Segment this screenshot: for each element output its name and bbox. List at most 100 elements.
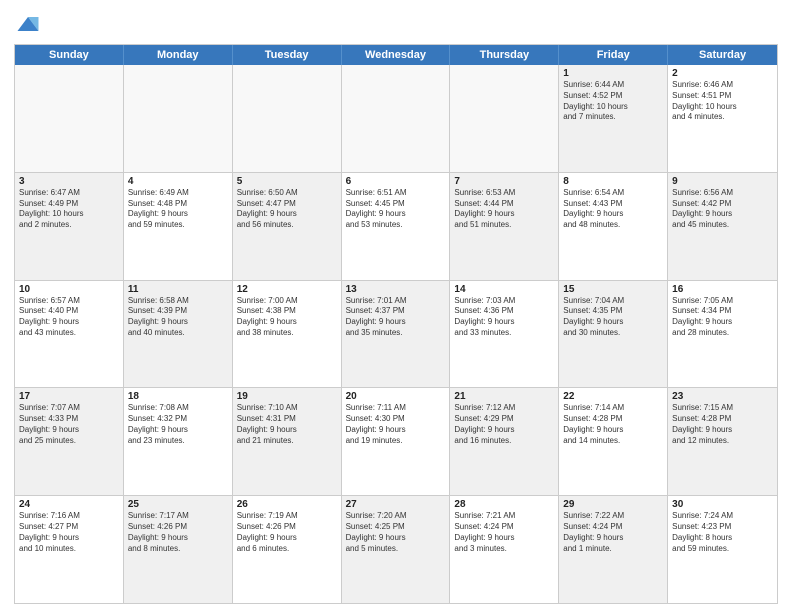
day-header-thursday: Thursday [450, 45, 559, 65]
calendar-body: 1Sunrise: 6:44 AM Sunset: 4:52 PM Daylig… [15, 65, 777, 603]
day-number: 30 [672, 499, 773, 510]
day-number: 13 [346, 284, 446, 295]
calendar-cell-2-3: 13Sunrise: 7:01 AM Sunset: 4:37 PM Dayli… [342, 281, 451, 388]
calendar-cell-0-1 [124, 65, 233, 172]
calendar-cell-4-5: 29Sunrise: 7:22 AM Sunset: 4:24 PM Dayli… [559, 496, 668, 603]
calendar-cell-1-2: 5Sunrise: 6:50 AM Sunset: 4:47 PM Daylig… [233, 173, 342, 280]
day-number: 8 [563, 176, 663, 187]
calendar-cell-3-4: 21Sunrise: 7:12 AM Sunset: 4:29 PM Dayli… [450, 388, 559, 495]
calendar-cell-3-5: 22Sunrise: 7:14 AM Sunset: 4:28 PM Dayli… [559, 388, 668, 495]
day-number: 7 [454, 176, 554, 187]
calendar-cell-4-0: 24Sunrise: 7:16 AM Sunset: 4:27 PM Dayli… [15, 496, 124, 603]
day-number: 15 [563, 284, 663, 295]
calendar-cell-0-6: 2Sunrise: 6:46 AM Sunset: 4:51 PM Daylig… [668, 65, 777, 172]
day-number: 21 [454, 391, 554, 402]
day-number: 4 [128, 176, 228, 187]
day-number: 29 [563, 499, 663, 510]
calendar-cell-1-4: 7Sunrise: 6:53 AM Sunset: 4:44 PM Daylig… [450, 173, 559, 280]
calendar-cell-0-5: 1Sunrise: 6:44 AM Sunset: 4:52 PM Daylig… [559, 65, 668, 172]
day-number: 11 [128, 284, 228, 295]
calendar-cell-4-1: 25Sunrise: 7:17 AM Sunset: 4:26 PM Dayli… [124, 496, 233, 603]
day-info: Sunrise: 6:46 AM Sunset: 4:51 PM Dayligh… [672, 80, 773, 123]
calendar-cell-4-4: 28Sunrise: 7:21 AM Sunset: 4:24 PM Dayli… [450, 496, 559, 603]
calendar-cell-2-4: 14Sunrise: 7:03 AM Sunset: 4:36 PM Dayli… [450, 281, 559, 388]
day-number: 18 [128, 391, 228, 402]
calendar-cell-2-6: 16Sunrise: 7:05 AM Sunset: 4:34 PM Dayli… [668, 281, 777, 388]
day-header-wednesday: Wednesday [342, 45, 451, 65]
day-info: Sunrise: 6:57 AM Sunset: 4:40 PM Dayligh… [19, 296, 119, 339]
day-info: Sunrise: 7:17 AM Sunset: 4:26 PM Dayligh… [128, 511, 228, 554]
day-number: 22 [563, 391, 663, 402]
day-header-monday: Monday [124, 45, 233, 65]
logo-graphic-icon [14, 10, 42, 38]
day-number: 28 [454, 499, 554, 510]
day-info: Sunrise: 6:51 AM Sunset: 4:45 PM Dayligh… [346, 188, 446, 231]
day-info: Sunrise: 6:56 AM Sunset: 4:42 PM Dayligh… [672, 188, 773, 231]
day-header-friday: Friday [559, 45, 668, 65]
calendar-cell-3-6: 23Sunrise: 7:15 AM Sunset: 4:28 PM Dayli… [668, 388, 777, 495]
calendar-header: SundayMondayTuesdayWednesdayThursdayFrid… [15, 45, 777, 65]
day-info: Sunrise: 7:04 AM Sunset: 4:35 PM Dayligh… [563, 296, 663, 339]
day-info: Sunrise: 6:58 AM Sunset: 4:39 PM Dayligh… [128, 296, 228, 339]
day-number: 26 [237, 499, 337, 510]
day-info: Sunrise: 6:44 AM Sunset: 4:52 PM Dayligh… [563, 80, 663, 123]
day-number: 12 [237, 284, 337, 295]
calendar-cell-2-5: 15Sunrise: 7:04 AM Sunset: 4:35 PM Dayli… [559, 281, 668, 388]
day-info: Sunrise: 6:54 AM Sunset: 4:43 PM Dayligh… [563, 188, 663, 231]
day-number: 20 [346, 391, 446, 402]
calendar: SundayMondayTuesdayWednesdayThursdayFrid… [14, 44, 778, 604]
day-info: Sunrise: 7:16 AM Sunset: 4:27 PM Dayligh… [19, 511, 119, 554]
day-number: 23 [672, 391, 773, 402]
day-number: 3 [19, 176, 119, 187]
day-info: Sunrise: 7:20 AM Sunset: 4:25 PM Dayligh… [346, 511, 446, 554]
day-info: Sunrise: 6:53 AM Sunset: 4:44 PM Dayligh… [454, 188, 554, 231]
day-number: 27 [346, 499, 446, 510]
day-number: 9 [672, 176, 773, 187]
day-info: Sunrise: 7:10 AM Sunset: 4:31 PM Dayligh… [237, 403, 337, 446]
day-number: 10 [19, 284, 119, 295]
day-number: 24 [19, 499, 119, 510]
day-info: Sunrise: 7:05 AM Sunset: 4:34 PM Dayligh… [672, 296, 773, 339]
day-number: 1 [563, 68, 663, 79]
calendar-cell-1-3: 6Sunrise: 6:51 AM Sunset: 4:45 PM Daylig… [342, 173, 451, 280]
calendar-row-2: 10Sunrise: 6:57 AM Sunset: 4:40 PM Dayli… [15, 281, 777, 389]
day-number: 6 [346, 176, 446, 187]
day-info: Sunrise: 7:01 AM Sunset: 4:37 PM Dayligh… [346, 296, 446, 339]
calendar-row-1: 3Sunrise: 6:47 AM Sunset: 4:49 PM Daylig… [15, 173, 777, 281]
day-header-saturday: Saturday [668, 45, 777, 65]
day-header-sunday: Sunday [15, 45, 124, 65]
day-info: Sunrise: 7:11 AM Sunset: 4:30 PM Dayligh… [346, 403, 446, 446]
calendar-cell-0-2 [233, 65, 342, 172]
day-number: 16 [672, 284, 773, 295]
calendar-cell-2-2: 12Sunrise: 7:00 AM Sunset: 4:38 PM Dayli… [233, 281, 342, 388]
day-info: Sunrise: 7:07 AM Sunset: 4:33 PM Dayligh… [19, 403, 119, 446]
logo [14, 10, 46, 38]
calendar-row-3: 17Sunrise: 7:07 AM Sunset: 4:33 PM Dayli… [15, 388, 777, 496]
calendar-cell-3-0: 17Sunrise: 7:07 AM Sunset: 4:33 PM Dayli… [15, 388, 124, 495]
day-info: Sunrise: 7:12 AM Sunset: 4:29 PM Dayligh… [454, 403, 554, 446]
day-number: 25 [128, 499, 228, 510]
day-info: Sunrise: 7:00 AM Sunset: 4:38 PM Dayligh… [237, 296, 337, 339]
calendar-cell-3-2: 19Sunrise: 7:10 AM Sunset: 4:31 PM Dayli… [233, 388, 342, 495]
day-number: 2 [672, 68, 773, 79]
calendar-cell-4-6: 30Sunrise: 7:24 AM Sunset: 4:23 PM Dayli… [668, 496, 777, 603]
calendar-row-4: 24Sunrise: 7:16 AM Sunset: 4:27 PM Dayli… [15, 496, 777, 603]
day-info: Sunrise: 6:49 AM Sunset: 4:48 PM Dayligh… [128, 188, 228, 231]
calendar-cell-4-2: 26Sunrise: 7:19 AM Sunset: 4:26 PM Dayli… [233, 496, 342, 603]
day-info: Sunrise: 7:14 AM Sunset: 4:28 PM Dayligh… [563, 403, 663, 446]
calendar-cell-1-1: 4Sunrise: 6:49 AM Sunset: 4:48 PM Daylig… [124, 173, 233, 280]
day-number: 17 [19, 391, 119, 402]
calendar-cell-1-6: 9Sunrise: 6:56 AM Sunset: 4:42 PM Daylig… [668, 173, 777, 280]
calendar-row-0: 1Sunrise: 6:44 AM Sunset: 4:52 PM Daylig… [15, 65, 777, 173]
day-number: 14 [454, 284, 554, 295]
day-info: Sunrise: 7:08 AM Sunset: 4:32 PM Dayligh… [128, 403, 228, 446]
day-info: Sunrise: 7:03 AM Sunset: 4:36 PM Dayligh… [454, 296, 554, 339]
day-info: Sunrise: 6:50 AM Sunset: 4:47 PM Dayligh… [237, 188, 337, 231]
day-number: 19 [237, 391, 337, 402]
day-info: Sunrise: 7:24 AM Sunset: 4:23 PM Dayligh… [672, 511, 773, 554]
day-header-tuesday: Tuesday [233, 45, 342, 65]
calendar-cell-0-4 [450, 65, 559, 172]
day-info: Sunrise: 6:47 AM Sunset: 4:49 PM Dayligh… [19, 188, 119, 231]
day-info: Sunrise: 7:19 AM Sunset: 4:26 PM Dayligh… [237, 511, 337, 554]
calendar-cell-1-5: 8Sunrise: 6:54 AM Sunset: 4:43 PM Daylig… [559, 173, 668, 280]
